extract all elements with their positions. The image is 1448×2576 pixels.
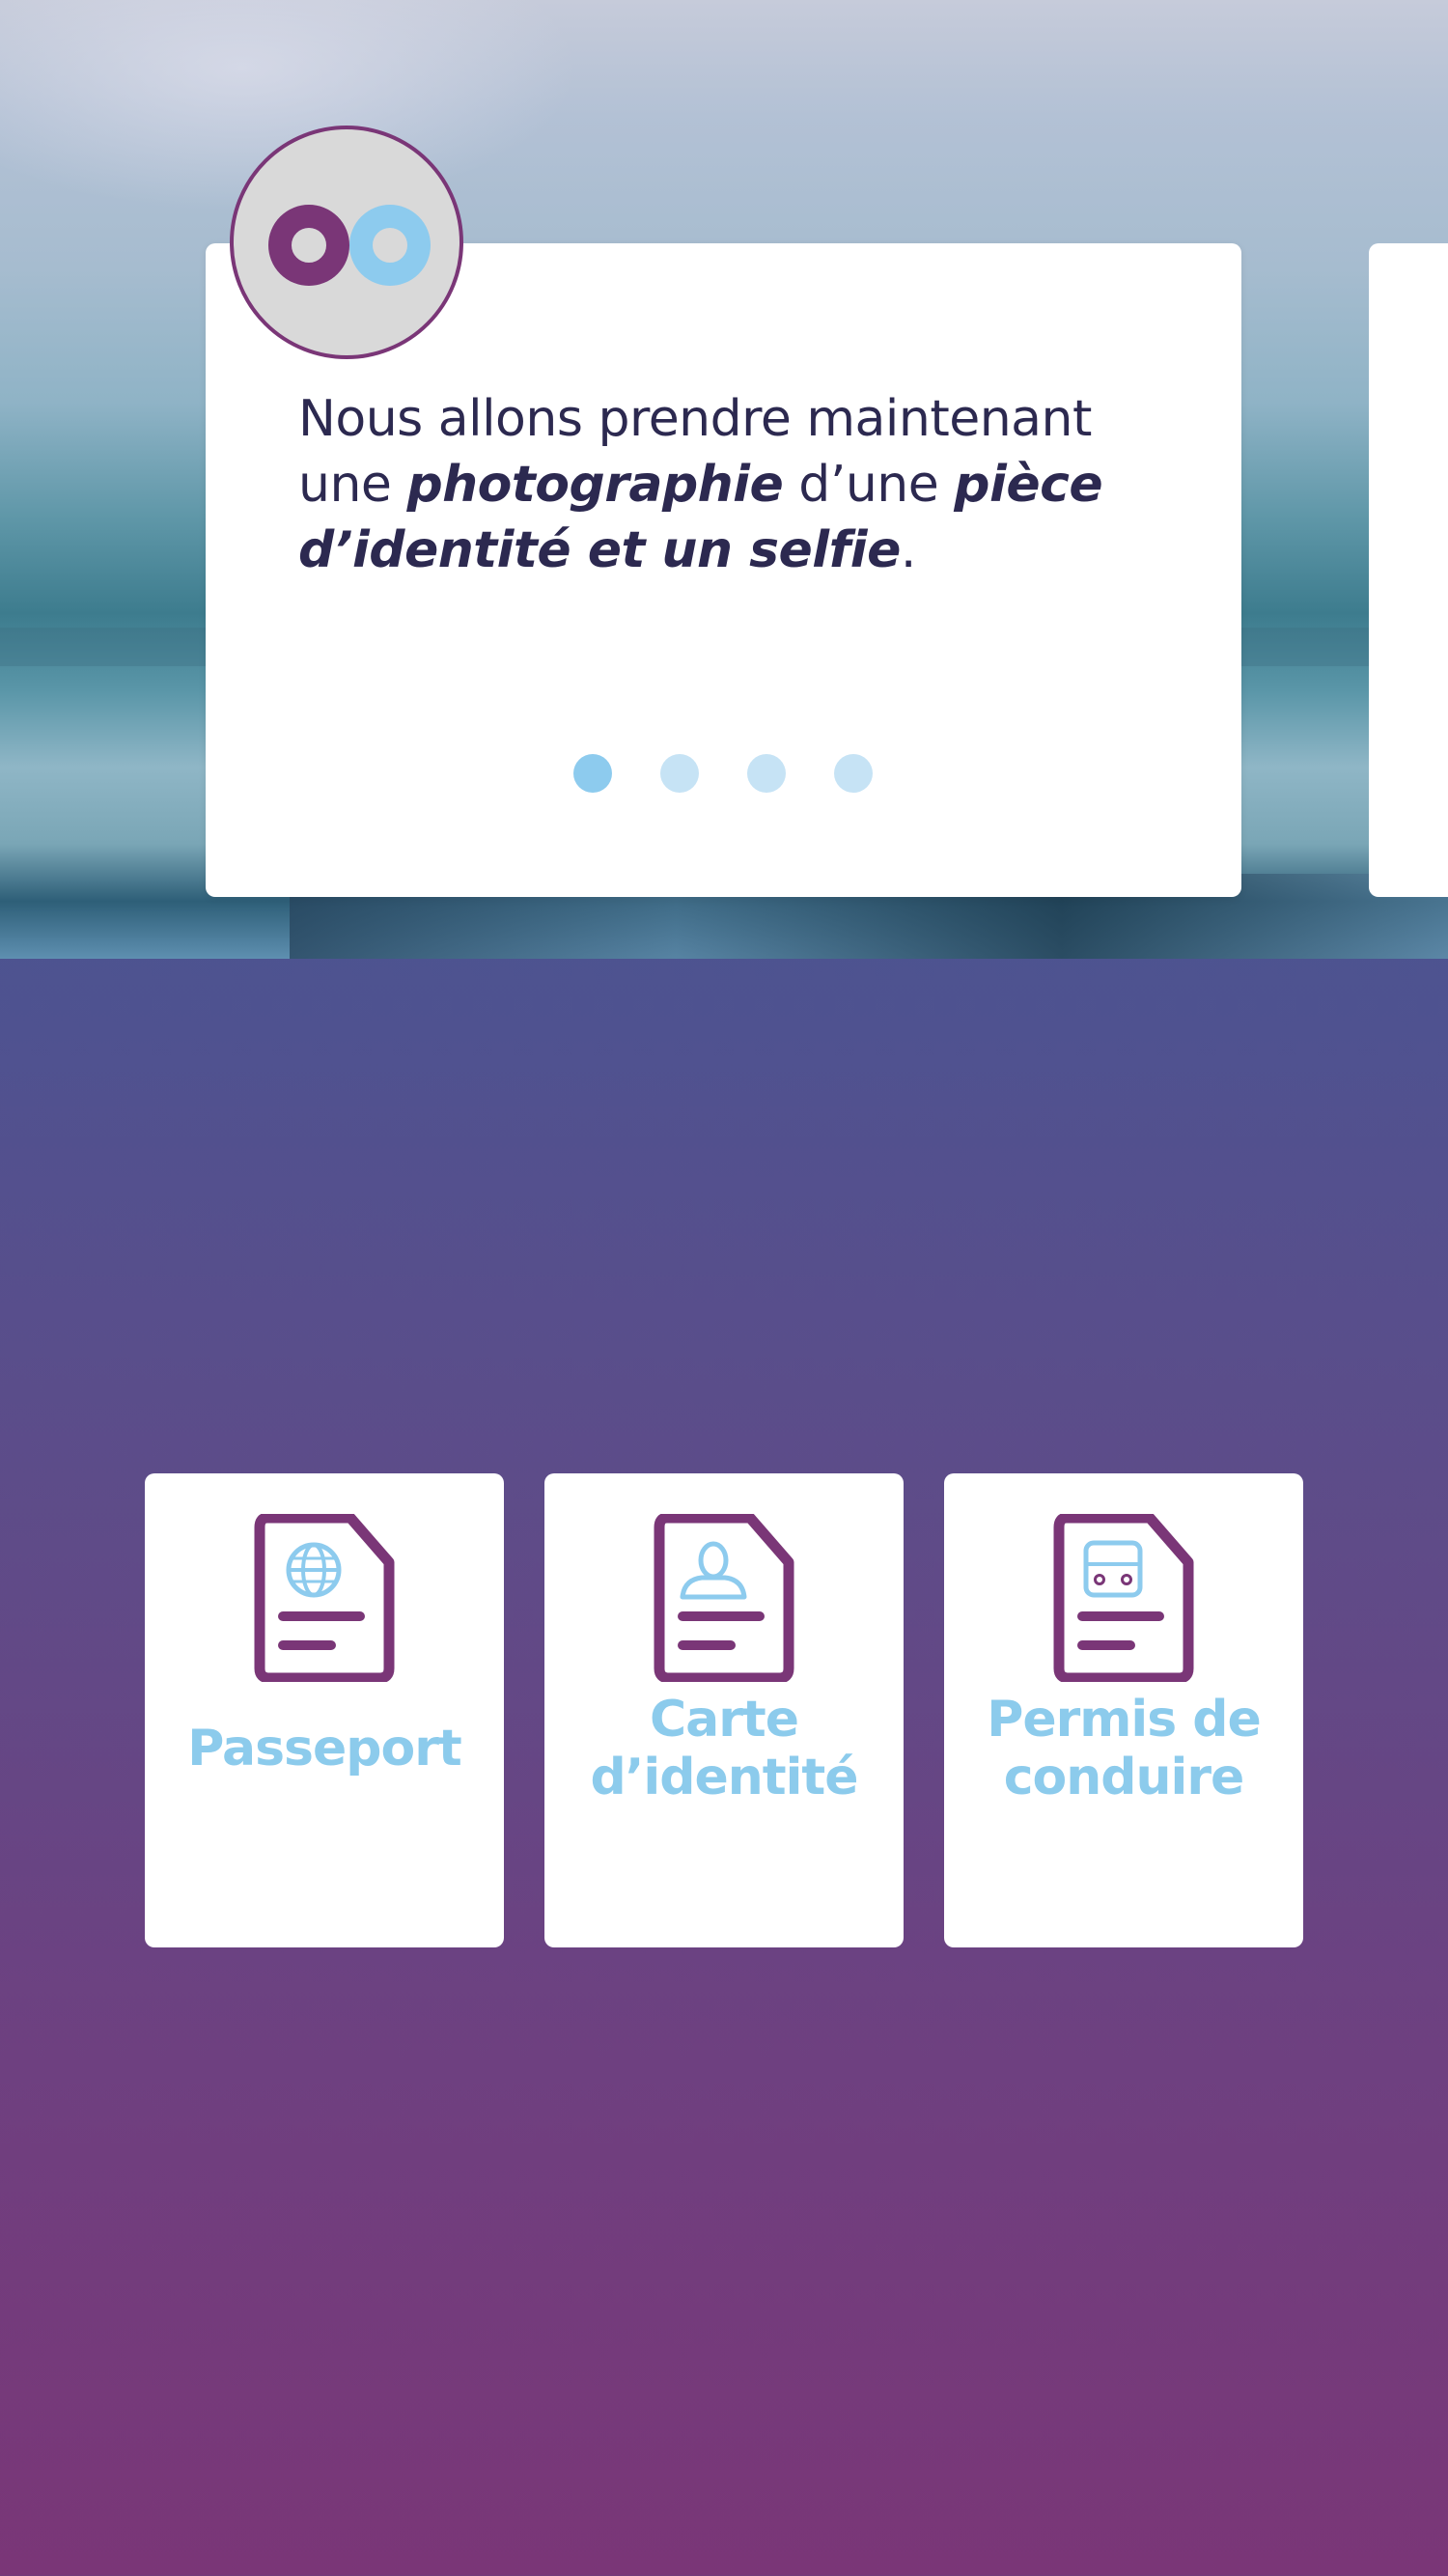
pagination-dot-3[interactable]	[747, 754, 786, 793]
driving-license-label-line1: Permis de	[987, 1691, 1262, 1749]
next-onboarding-card[interactable]	[1369, 243, 1448, 897]
pagination-dot-4[interactable]	[834, 754, 873, 793]
id-card-label-line1: Carte	[649, 1691, 799, 1749]
onboarding-message: Nous allons prendre maintenant une photo…	[298, 386, 1148, 583]
driving-license-label-line2: conduire	[1003, 1749, 1245, 1806]
pagination-dot-2[interactable]	[660, 754, 699, 793]
message-emphasis-photo: photographie	[406, 456, 784, 514]
pagination-dots	[573, 754, 873, 793]
passport-globe-icon	[254, 1514, 395, 1682]
passport-option[interactable]: Passeport	[145, 1473, 504, 1947]
id-card-person-icon	[654, 1514, 794, 1682]
id-card-label-line2: d’identité	[590, 1749, 858, 1806]
driving-license-option[interactable]: Permis de conduire	[944, 1473, 1303, 1947]
passport-label: Passeport	[187, 1720, 461, 1778]
message-text: d’une	[783, 456, 955, 514]
driving-license-car-icon	[1053, 1514, 1194, 1682]
id-card-option[interactable]: Carte d’identité	[544, 1473, 904, 1947]
message-text: .	[900, 521, 917, 579]
logo-avatar	[230, 126, 463, 359]
pagination-dot-1[interactable]	[573, 754, 612, 793]
oo-logo-icon	[268, 205, 431, 286]
